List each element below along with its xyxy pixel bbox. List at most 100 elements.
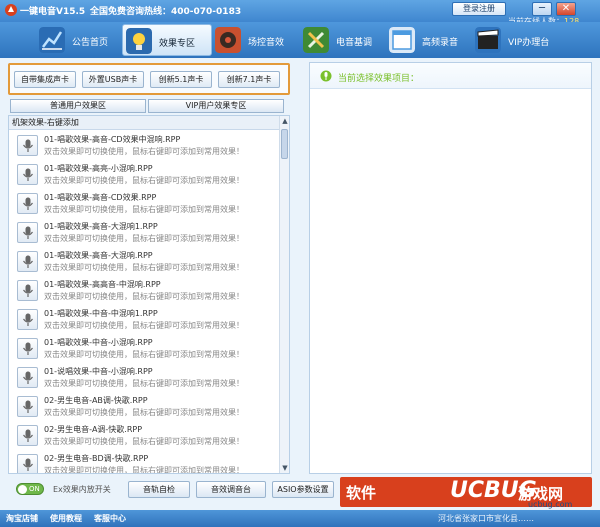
list-header: 机架效果-右键添加 <box>9 116 279 130</box>
play-effect-button[interactable] <box>17 309 38 330</box>
effect-name: 02-男生电音-A调-快歌.RPP <box>44 425 143 434</box>
track-check-button[interactable]: 音轨自检 <box>128 481 190 498</box>
microphone-icon <box>23 400 33 413</box>
tab-normal-effects[interactable]: 普通用户效果区 <box>10 99 146 113</box>
nav-item-recording[interactable]: 高频录音 <box>386 24 472 56</box>
effect-hint: 双击效果即可切换使用，鼠标右键即可添加到常用效果！ <box>44 408 244 417</box>
play-effect-button[interactable] <box>17 135 38 156</box>
card-button-creative-51[interactable]: 创新5.1声卡 <box>150 71 212 88</box>
effect-item[interactable]: 01-唱歌效果-中音-中混响1.RPP 双击效果即可切换使用，鼠标右键即可添加到常… <box>11 306 277 334</box>
tab-vip-effects[interactable]: VIP用户效果专区 <box>148 99 284 113</box>
play-effect-button[interactable] <box>17 251 38 272</box>
effect-item[interactable]: 02-男生电音-BD调-快歌.RPP 双击效果即可切换使用，鼠标右键即可添加到常用… <box>11 451 277 474</box>
effect-hint: 双击效果即可切换使用，鼠标右键即可添加到常用效果！ <box>44 437 244 446</box>
play-effect-button[interactable] <box>17 425 38 446</box>
play-effect-button[interactable] <box>17 193 38 214</box>
effect-item[interactable]: 01-唱歌效果-中音-小混响.RPP 双击效果即可切换使用，鼠标右键即可添加到常用… <box>11 335 277 363</box>
selected-effect-header: 当前选择效果项目： <box>310 63 591 89</box>
support-link[interactable]: 客服中心 <box>94 513 126 524</box>
scroll-down-icon[interactable]: ▼ <box>280 463 289 473</box>
banner-left-text: 软件 <box>346 484 377 502</box>
microphone-icon <box>23 168 33 181</box>
login-register-button[interactable]: 登录注册 <box>452 2 506 16</box>
window-icon <box>389 27 415 53</box>
lightbulb-icon <box>126 28 152 54</box>
app-title: 一键电音V15.5 <box>20 7 86 17</box>
scroll-up-icon[interactable]: ▲ <box>280 116 289 126</box>
play-effect-button[interactable] <box>17 454 38 473</box>
play-effect-button[interactable] <box>17 280 38 301</box>
nav-item-announcements[interactable]: 公告首页 <box>36 24 120 56</box>
hotline-text: 全国免费咨询热线：400-070-0183 <box>90 7 242 17</box>
asio-settings-button[interactable]: ASIO参数设置 <box>272 481 334 498</box>
effect-name: 02-男生电音-AB调-快歌.RPP <box>44 396 148 405</box>
clapper-icon <box>475 27 501 53</box>
play-effect-button[interactable] <box>17 222 38 243</box>
effect-hint: 双击效果即可切换使用，鼠标右键即可添加到常用效果！ <box>44 379 244 388</box>
effect-name: 02-男生电音-BD调-快歌.RPP <box>44 454 149 463</box>
effect-name: 01-唱歌效果-高音-CD效果中混响.RPP <box>44 135 181 144</box>
effect-hint: 双击效果即可切换使用，鼠标右键即可添加到常用效果！ <box>44 292 244 301</box>
nav-label: VIP办理台 <box>508 38 550 48</box>
effect-name: 01-唱歌效果-高音-CD效果.RPP <box>44 193 157 202</box>
nav-item-vip[interactable]: VIP办理台 <box>472 24 562 56</box>
minimize-button[interactable]: ─ <box>532 2 552 16</box>
microphone-icon <box>23 255 33 268</box>
card-button-creative-71[interactable]: 创新7.1声卡 <box>218 71 280 88</box>
effect-hint: 双击效果即可切换使用，鼠标右键即可添加到常用效果！ <box>44 176 244 185</box>
effect-item[interactable]: 01-说唱效果-中音-小混响.RPP 双击效果即可切换使用，鼠标右键即可添加到常用… <box>11 364 277 392</box>
play-effect-button[interactable] <box>17 164 38 185</box>
play-effect-button[interactable] <box>17 367 38 388</box>
taobao-store-link[interactable]: 淘宝店铺 <box>6 513 38 524</box>
effect-item[interactable]: 02-男生电音-AB调-快歌.RPP 双击效果即可切换使用，鼠标右键即可添加到常用… <box>11 393 277 421</box>
effect-hint: 双击效果即可切换使用，鼠标右键即可添加到常用效果！ <box>44 321 244 330</box>
play-effect-button[interactable] <box>17 396 38 417</box>
selected-effect-panel: 当前选择效果项目： <box>309 62 592 474</box>
effect-hint: 双击效果即可切换使用，鼠标右键即可添加到常用效果！ <box>44 350 244 359</box>
effect-hint: 双击效果即可切换使用，鼠标右键即可添加到常用效果！ <box>44 234 244 243</box>
nav-item-tone[interactable]: 电音基调 <box>300 24 386 56</box>
nav-item-effects[interactable]: 效果专区 <box>122 24 212 56</box>
card-button-integrated[interactable]: 自带集成声卡 <box>14 71 76 88</box>
effect-item[interactable]: 01-唱歌效果-高音-CD效果.RPP 双击效果即可切换使用，鼠标右键即可添加到常… <box>11 190 277 218</box>
wrench-icon <box>303 27 329 53</box>
microphone-icon <box>23 226 33 239</box>
address-text: 河北省张家口市宣化县…… <box>438 514 534 523</box>
sound-card-group: 自带集成声卡 外置USB声卡 创新5.1声卡 创新7.1声卡 <box>8 63 290 95</box>
nav-label: 电音基调 <box>336 38 373 48</box>
scroll-thumb[interactable] <box>281 129 288 159</box>
effect-name: 01-唱歌效果-高音-大混响.RPP <box>44 251 153 260</box>
effect-item[interactable]: 01-唱歌效果-高亮-小混响.RPP 双击效果即可切换使用，鼠标右键即可添加到常用… <box>11 161 277 189</box>
effect-item[interactable]: 01-唱歌效果-高音-大混响1.RPP 双击效果即可切换使用，鼠标右键即可添加到常… <box>11 219 277 247</box>
microphone-icon <box>23 371 33 384</box>
play-effect-button[interactable] <box>17 338 38 359</box>
toggle-label: Ex效果内放开关 <box>53 485 111 494</box>
effect-item[interactable]: 01-唱歌效果-高高音-中混响.RPP 双击效果即可切换使用，鼠标右键即可添加到常… <box>11 277 277 305</box>
card-button-usb[interactable]: 外置USB声卡 <box>82 71 144 88</box>
effect-name: 01-唱歌效果-高高音-中混响.RPP <box>44 280 161 289</box>
scrollbar[interactable]: ▲ ▼ <box>279 116 289 473</box>
nav-label: 高频录音 <box>422 38 459 48</box>
nav-label: 场控音效 <box>248 38 285 48</box>
effect-hint: 双击效果即可切换使用，鼠标右键即可添加到常用效果！ <box>44 147 244 156</box>
effect-hint: 双击效果即可切换使用，鼠标右键即可添加到常用效果！ <box>44 263 244 272</box>
watermark-text: ucbug.com <box>528 500 573 509</box>
nav-label: 效果专区 <box>159 39 196 49</box>
effect-hint: 双击效果即可切换使用，鼠标右键即可添加到常用效果！ <box>44 205 244 214</box>
effect-toggle[interactable]: ON <box>16 483 44 495</box>
tutorial-link[interactable]: 使用教程 <box>50 513 82 524</box>
effect-name: 01-唱歌效果-高音-大混响1.RPP <box>44 222 158 231</box>
app-logo-icon <box>5 4 17 16</box>
effect-item[interactable]: 02-男生电音-A调-快歌.RPP 双击效果即可切换使用，鼠标右键即可添加到常用效… <box>11 422 277 450</box>
effect-name: 01-说唱效果-中音-小混响.RPP <box>44 367 153 376</box>
nav-label: 公告首页 <box>72 38 109 48</box>
nav-item-sound-effects[interactable]: 场控音效 <box>212 24 298 56</box>
effect-hint: 双击效果即可切换使用，鼠标右键即可添加到常用效果！ <box>44 466 244 474</box>
effect-item[interactable]: 01-唱歌效果-高音-CD效果中混响.RPP 双击效果即可切换使用，鼠标右键即可添… <box>11 132 277 160</box>
microphone-icon <box>23 429 33 442</box>
mixer-button[interactable]: 音效调音台 <box>196 481 266 498</box>
main-nav: 公告首页 效果专区 场控音效 电音基调 高频录音 VIP办理台 <box>0 22 600 58</box>
effect-item[interactable]: 01-唱歌效果-高音-大混响.RPP 双击效果即可切换使用，鼠标右键即可添加到常用… <box>11 248 277 276</box>
close-button[interactable]: ✕ <box>556 2 576 16</box>
status-bar: 淘宝店铺 使用教程 客服中心 河北省张家口市宣化县…… <box>0 510 600 527</box>
